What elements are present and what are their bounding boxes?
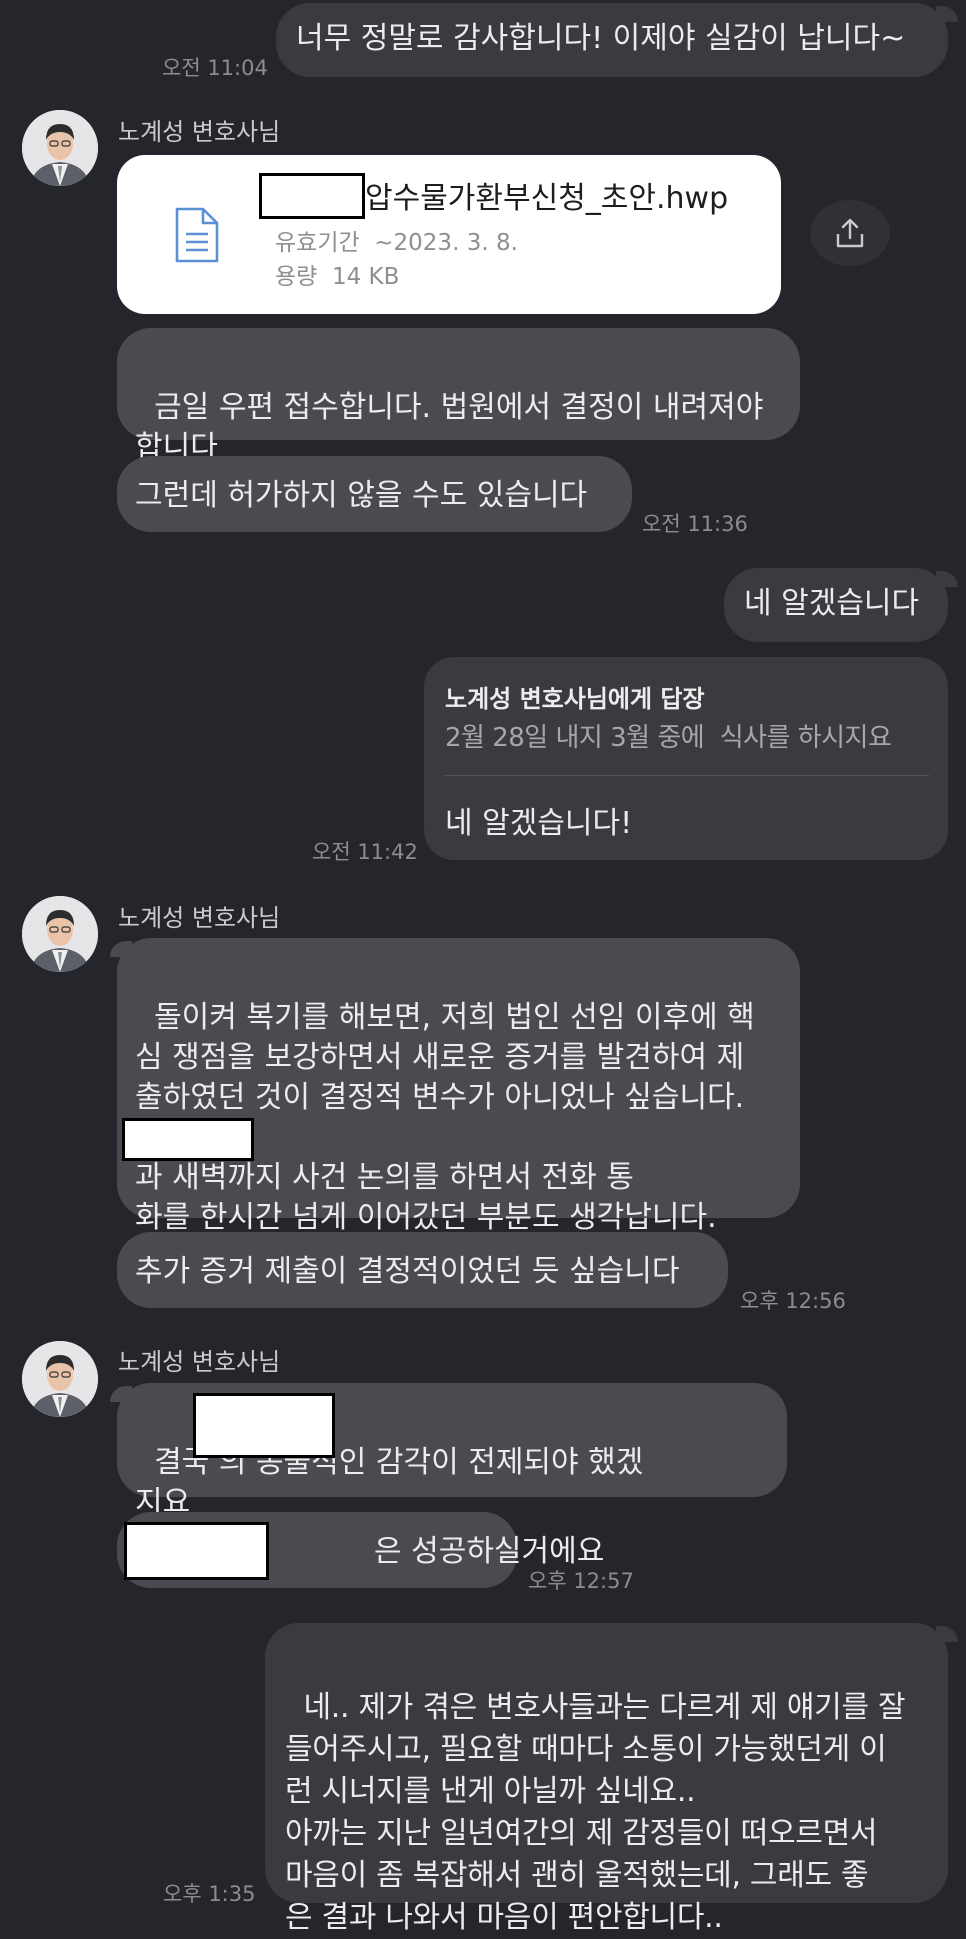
avatar[interactable] xyxy=(22,1341,98,1417)
their-message-bubble[interactable]: 돌이켜 복기를 해보면, 저희 법인 선임 이후에 핵 심 쟁점을 보강하면서 … xyxy=(117,938,800,1235)
message-time: 오전 11:04 xyxy=(162,56,268,80)
reply-text: 네 알겠습니다! xyxy=(445,806,633,841)
my-message-bubble[interactable]: 네 알겠습니다 xyxy=(724,568,948,642)
message-text: 네 알겠습니다 xyxy=(744,586,920,621)
redacted-block xyxy=(259,173,365,219)
expiry-label: 유효기간 xyxy=(275,230,360,256)
message-text: 금일 우편 접수합니다. 법원에서 결정이 내려져야 합니다 xyxy=(135,390,764,465)
avatar[interactable] xyxy=(22,110,98,186)
sender-name: 노계성 변호사님 xyxy=(118,1348,281,1376)
message-text: 네.. 제가 겪은 변호사들과는 다르게 제 얘기를 잘 들어주시고, 필요할 … xyxy=(285,1690,906,1935)
my-message-bubble[interactable]: 너무 정말로 감사합니다! 이제야 실감이 납니다~ xyxy=(276,3,948,77)
redacted-block xyxy=(124,1522,269,1580)
message-time: 오후 12:56 xyxy=(740,1289,846,1313)
share-button[interactable] xyxy=(810,200,890,266)
message-time: 오후 12:57 xyxy=(528,1569,634,1593)
my-message-bubble[interactable]: 네.. 제가 겪은 변호사들과는 다르게 제 얘기를 잘 들어주시고, 필요할 … xyxy=(265,1623,948,1935)
sender-name: 노계성 변호사님 xyxy=(118,118,281,146)
their-message-bubble[interactable]: 그런데 허가하지 않을 수도 있습니다 xyxy=(117,456,632,532)
their-message-bubble[interactable]: 추가 증거 제출이 결정적이었던 듯 싶습니다 xyxy=(117,1232,728,1308)
message-time: 오전 11:42 xyxy=(312,840,418,864)
message-text: 그런데 허가하지 않을 수도 있습니다 xyxy=(135,478,588,513)
avatar[interactable] xyxy=(22,896,98,972)
redacted-block xyxy=(193,1393,335,1458)
size-value: 14 KB xyxy=(331,264,400,290)
reply-quote[interactable]: 2월 28일 내지 3월 중에 식사를 하시지요 xyxy=(445,717,892,754)
message-time: 오후 1:35 xyxy=(163,1882,256,1906)
file-attachment-card[interactable]: 압수물가환부신청_초안.hwp 유효기간 ~2023. 3. 8. 용량 14 … xyxy=(117,155,781,314)
bubble-tail xyxy=(936,1626,958,1642)
file-name: 압수물가환부신청_초안.hwp xyxy=(365,181,729,216)
bubble-tail xyxy=(936,571,958,587)
size-label: 용량 xyxy=(275,264,318,290)
their-message-bubble[interactable]: 금일 우편 접수합니다. 법원에서 결정이 내려져야 합니다 xyxy=(117,328,800,465)
lawyer-portrait-icon xyxy=(22,896,98,972)
message-text: 너무 정말로 감사합니다! 이제야 실감이 납니다~ xyxy=(296,21,906,56)
bubble-tail xyxy=(936,6,958,22)
reply-message-bubble[interactable]: 노계성 변호사님에게 답장 2월 28일 내지 3월 중에 식사를 하시지요 네… xyxy=(424,657,948,860)
message-text: 추가 증거 제출이 결정적이었던 듯 싶습니다 xyxy=(135,1254,680,1289)
lawyer-portrait-icon xyxy=(22,110,98,186)
share-icon xyxy=(836,218,864,248)
redacted-block xyxy=(122,1118,254,1161)
reply-divider xyxy=(445,775,929,776)
message-time: 오전 11:36 xyxy=(642,512,748,536)
message-text: 은 성공하실거에요 xyxy=(374,1534,605,1569)
reply-header: 노계성 변호사님에게 답장 xyxy=(445,685,705,713)
expiry-value: ~2023. 3. 8. xyxy=(374,230,518,256)
file-expiry: 유효기간 ~2023. 3. 8. xyxy=(275,223,518,257)
file-size: 용량 14 KB xyxy=(275,257,399,291)
sender-name: 노계성 변호사님 xyxy=(118,904,281,932)
lawyer-portrait-icon xyxy=(22,1341,98,1417)
document-icon xyxy=(175,207,219,263)
